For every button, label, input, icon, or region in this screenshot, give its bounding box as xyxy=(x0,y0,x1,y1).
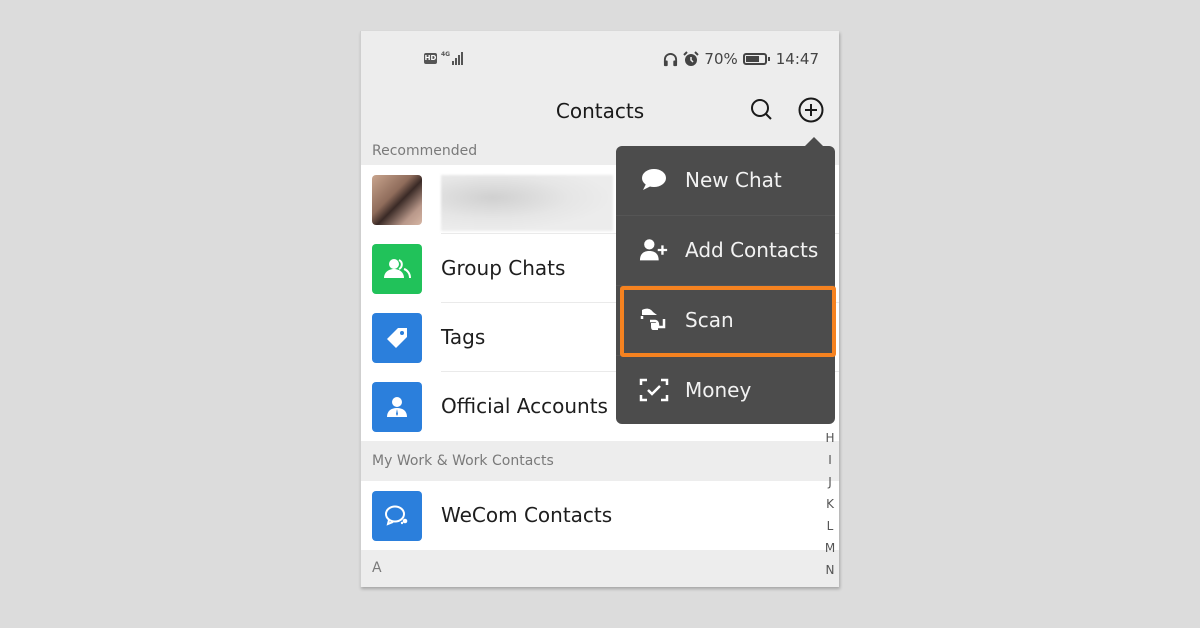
group-icon xyxy=(372,244,422,294)
menu-item-label: Add Contacts xyxy=(685,238,819,262)
avatar xyxy=(372,175,422,225)
list-item-label: WeCom Contacts xyxy=(441,503,613,527)
headphones-icon xyxy=(664,52,678,66)
search-button[interactable] xyxy=(748,96,776,124)
status-bar: HD 4G 70% 14:47 xyxy=(361,31,839,89)
menu-item-money[interactable]: Money xyxy=(616,356,835,425)
menu-item-add-contacts[interactable]: Add Contacts xyxy=(616,216,835,285)
battery-icon xyxy=(742,53,770,65)
section-header-work: My Work & Work Contacts xyxy=(361,441,839,481)
nav-header: Contacts xyxy=(361,89,839,134)
menu-item-new-chat[interactable]: New Chat xyxy=(616,146,835,215)
index-letter[interactable]: I xyxy=(823,453,837,467)
list-item-wecom-contacts[interactable]: WeCom Contacts xyxy=(361,481,839,550)
official-account-icon xyxy=(372,382,422,432)
section-header-letter-a: A xyxy=(372,560,382,576)
list-item-label: Group Chats xyxy=(441,256,566,280)
add-contact-icon xyxy=(639,236,669,264)
network-label: 4G xyxy=(441,51,451,58)
scan-icon xyxy=(639,306,669,334)
index-letter[interactable]: L xyxy=(823,519,837,533)
list-item-label: Official Accounts xyxy=(441,394,608,418)
menu-item-label: New Chat xyxy=(685,168,782,192)
index-letter[interactable]: H xyxy=(823,431,837,445)
list-item-label: Tags xyxy=(441,325,486,349)
popup-menu: New Chat Add Contacts Scan Money xyxy=(616,137,835,425)
hd-icon: HD xyxy=(424,53,437,64)
alarm-icon xyxy=(683,51,700,66)
add-button[interactable] xyxy=(797,96,825,124)
menu-item-scan[interactable]: Scan xyxy=(616,286,835,355)
signal-4g-icon: 4G xyxy=(441,51,464,65)
plus-circle-icon xyxy=(798,97,824,123)
wecom-icon xyxy=(372,491,422,541)
index-letter[interactable]: J xyxy=(823,475,837,489)
menu-item-label: Scan xyxy=(685,308,734,332)
search-icon xyxy=(751,99,772,120)
index-letter[interactable]: K xyxy=(823,497,837,511)
money-scan-icon xyxy=(639,376,669,404)
blurred-contact-name xyxy=(441,175,613,231)
index-letter[interactable]: M xyxy=(823,541,837,555)
clock-time: 14:47 xyxy=(775,50,819,68)
index-letter[interactable]: N xyxy=(823,563,837,577)
battery-percent: 70% xyxy=(704,50,738,68)
tag-icon xyxy=(372,313,422,363)
chat-bubble-icon xyxy=(639,166,669,194)
menu-item-label: Money xyxy=(685,378,752,402)
